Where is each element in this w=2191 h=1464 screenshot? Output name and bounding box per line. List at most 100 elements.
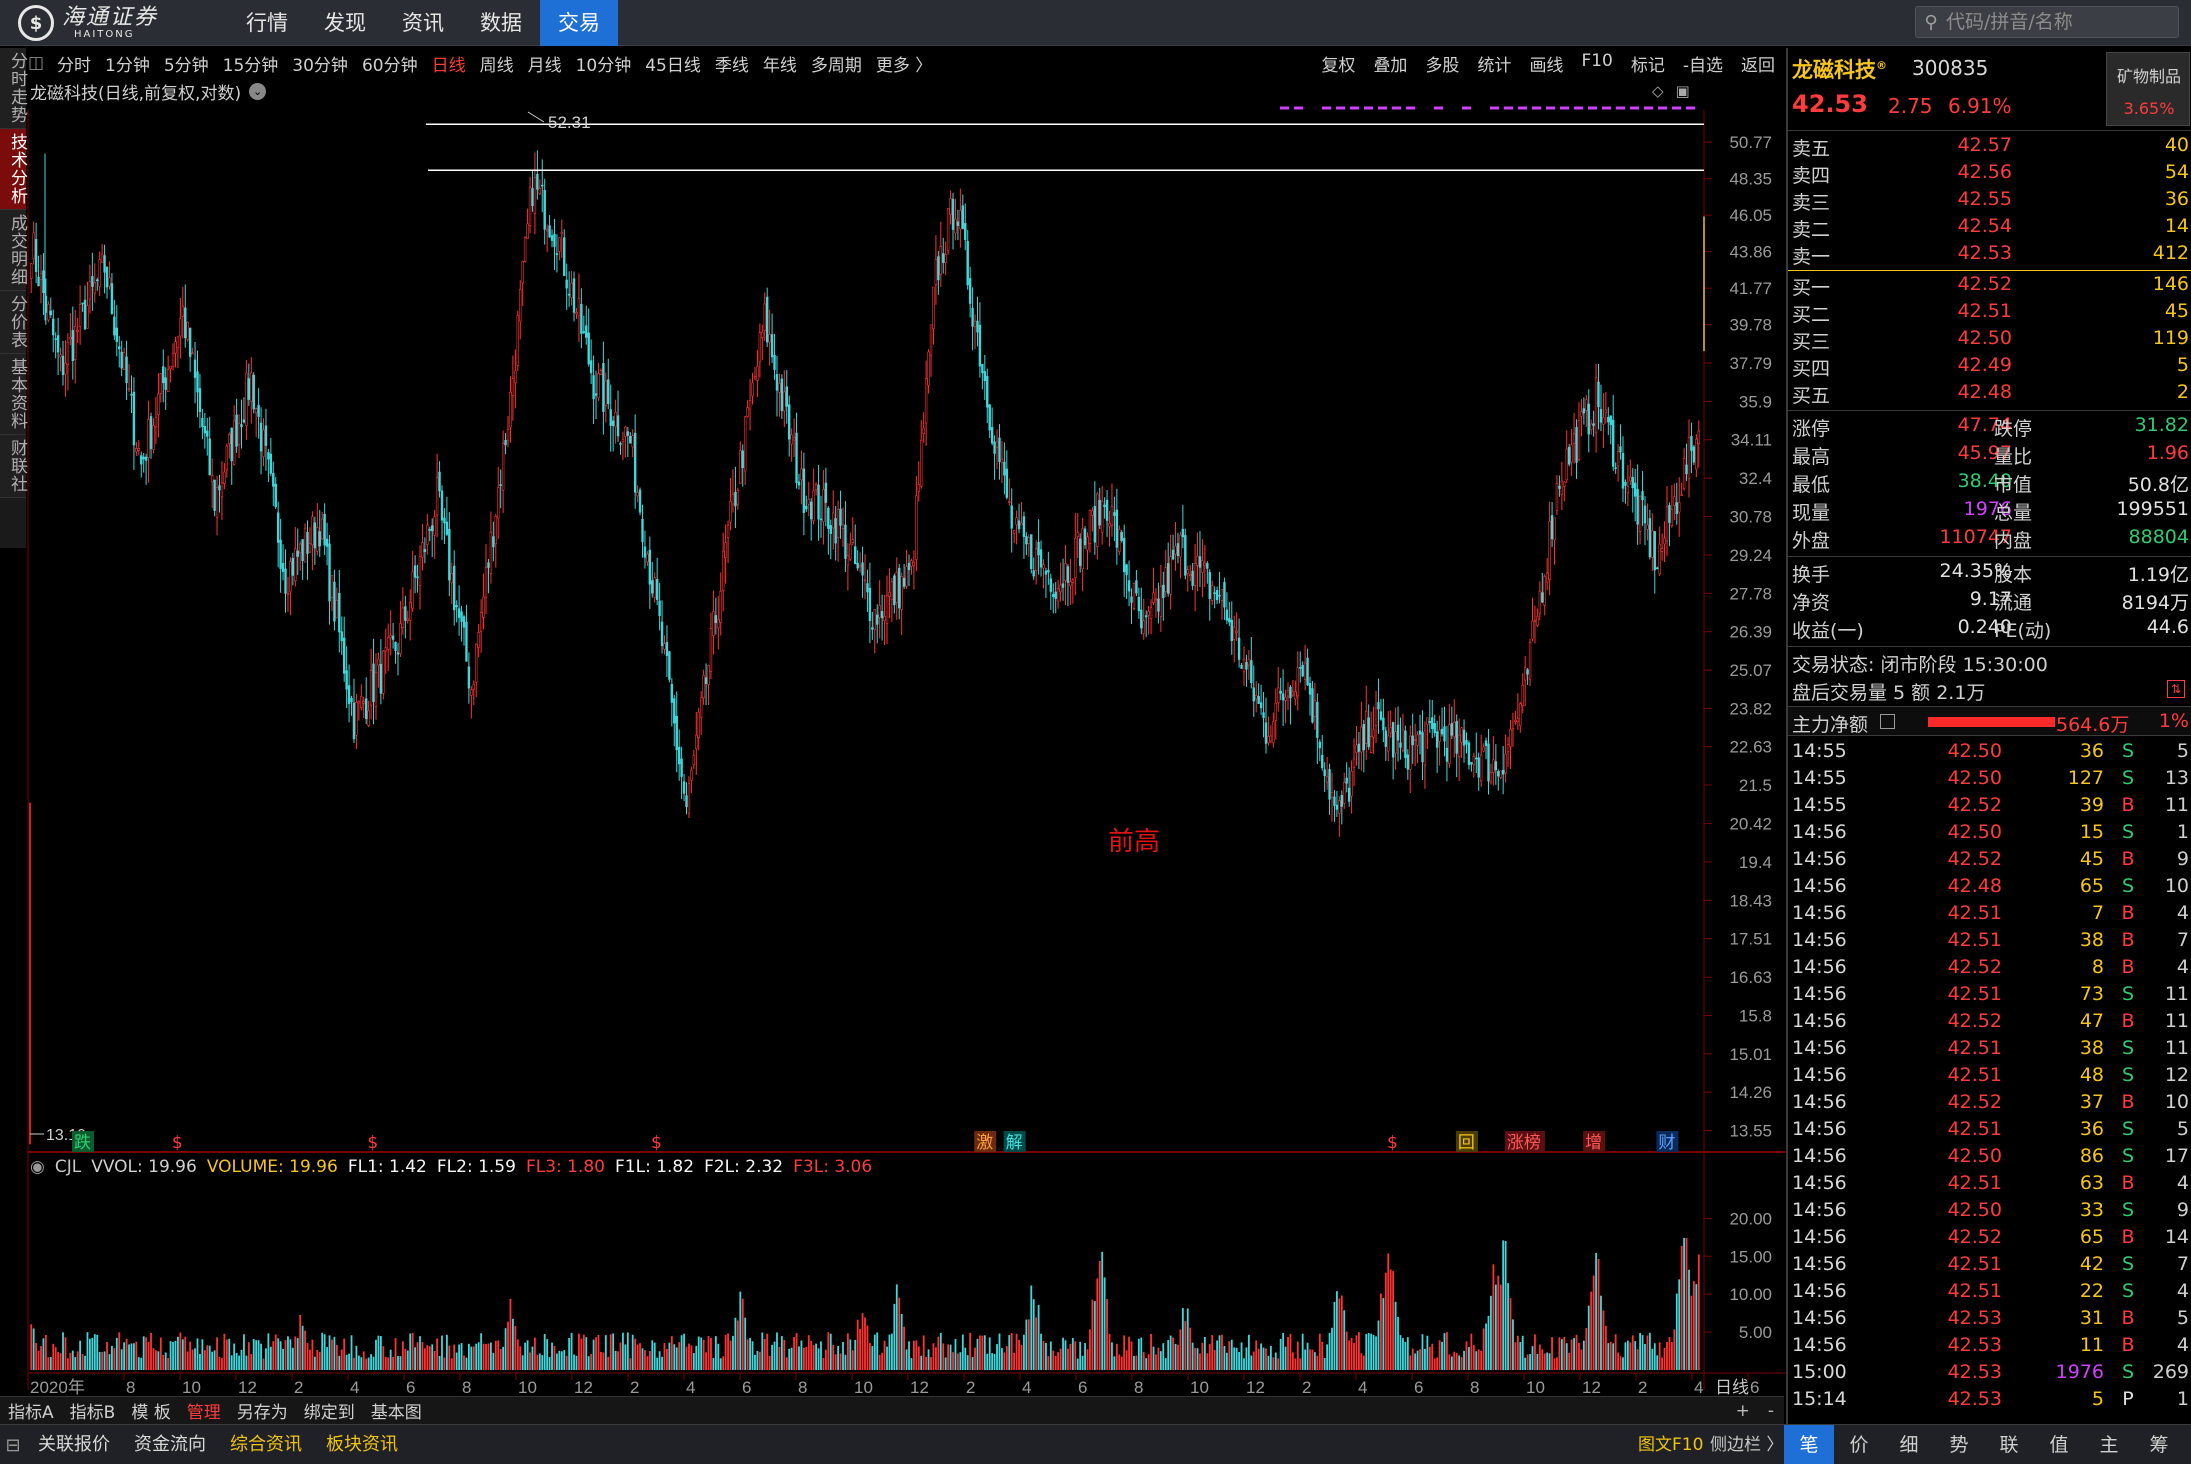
tick-row[interactable]: 15:14 42.53 5 P 1 (1788, 1388, 2191, 1415)
candle-body (1233, 626, 1236, 640)
event-marker[interactable]: $ (367, 1133, 378, 1153)
bid-row[interactable]: 买一 42.52 146 (1788, 273, 2191, 300)
f10-link[interactable]: 图文F10 (1638, 1425, 1703, 1464)
candle-body (648, 549, 652, 585)
candle-body (162, 366, 165, 383)
bottom-tab-2[interactable]: 综合资讯 (218, 1425, 314, 1464)
volume-bar (644, 1350, 646, 1370)
bottom-tab-0[interactable]: 关联报价 (26, 1425, 122, 1464)
tick-row[interactable]: 14:56 42.48 65 S 10 (1788, 875, 2191, 902)
tick-row[interactable]: 14:56 42.51 7 B 4 (1788, 902, 2191, 929)
tick-row[interactable]: 14:56 42.52 45 B 9 (1788, 848, 2191, 875)
ask-row[interactable]: 卖二 42.54 14 (1788, 215, 2191, 242)
industry-badge[interactable]: 矿物制品 3.65% (2106, 52, 2190, 126)
ask-row[interactable]: 卖四 42.56 54 (1788, 161, 2191, 188)
tick-row[interactable]: 14:56 42.53 31 B 5 (1788, 1307, 2191, 1334)
indicator-tool-3[interactable]: 管理 (179, 1398, 229, 1423)
event-marker[interactable]: 回 (1458, 1133, 1475, 1153)
bid-row[interactable]: 买五 42.48 2 (1788, 381, 2191, 408)
event-marker[interactable]: $ (1387, 1133, 1398, 1153)
ask-row[interactable]: 卖三 42.55 36 (1788, 188, 2191, 215)
ask-row[interactable]: 卖五 42.57 40 (1788, 134, 2191, 161)
right-tab-2[interactable]: 细 (1884, 1425, 1934, 1464)
event-marker[interactable]: 跌 (74, 1133, 91, 1153)
tick-count: 4 (2176, 1334, 2189, 1356)
volume-bar (751, 1341, 754, 1370)
volume-bar (788, 1348, 791, 1370)
tick-row[interactable]: 14:56 42.51 38 B 7 (1788, 929, 2191, 956)
tick-row[interactable]: 14:56 42.52 65 B 14 (1788, 1226, 2191, 1253)
tick-row[interactable]: 14:56 42.51 42 S 7 (1788, 1253, 2191, 1280)
tick-row[interactable]: 14:56 42.51 48 S 12 (1788, 1064, 2191, 1091)
bid-row[interactable]: 买三 42.50 119 (1788, 327, 2191, 354)
volume-bar (883, 1340, 886, 1370)
tick-row[interactable]: 14:56 42.53 11 B 4 (1788, 1334, 2191, 1361)
main-money-flow[interactable]: 主力净额 564.6万 1% (1788, 706, 2191, 736)
bottom-tab-3[interactable]: 板块资讯 (314, 1425, 410, 1464)
event-marker[interactable]: 激 (976, 1133, 993, 1153)
search-input[interactable] (1946, 11, 2166, 33)
candle-body (1350, 771, 1353, 797)
list-icon[interactable] (1880, 714, 1895, 729)
indicator-name[interactable]: CJL (55, 1157, 81, 1177)
event-marker[interactable]: 财 (1658, 1133, 1675, 1153)
volume-bar (663, 1342, 666, 1370)
ask-row[interactable]: 卖一 42.53 412 (1788, 242, 2191, 269)
tick-row[interactable]: 14:56 42.52 8 B 4 (1788, 956, 2191, 983)
tick-row[interactable]: 14:56 42.50 15 S 1 (1788, 821, 2191, 848)
indicator-tool-2[interactable]: 模 板 (123, 1398, 178, 1423)
candle-body (411, 571, 414, 609)
kline-chart[interactable]: 50.7748.3546.0543.8641.7739.7837.7935.93… (0, 0, 1786, 1396)
bottom-tab-1[interactable]: 资金流向 (122, 1425, 218, 1464)
indicator-toggle-icon[interactable]: ◉ (30, 1157, 45, 1177)
tick-row[interactable]: 14:56 42.51 63 B 4 (1788, 1172, 2191, 1199)
right-tab-0[interactable]: 笔 (1784, 1425, 1834, 1464)
tick-row[interactable]: 14:55 42.50 36 S 5 (1788, 740, 2191, 767)
volume-bar (1252, 1351, 1255, 1370)
right-tab-6[interactable]: 主 (2084, 1425, 2134, 1464)
right-tab-4[interactable]: 联 (1984, 1425, 2034, 1464)
tick-row[interactable]: 14:56 42.51 36 S 5 (1788, 1118, 2191, 1145)
event-marker[interactable]: $ (651, 1133, 662, 1153)
indicator-tool-5[interactable]: 绑定到 (296, 1398, 363, 1423)
candle-body (616, 415, 620, 437)
bid-row[interactable]: 买四 42.49 5 (1788, 354, 2191, 381)
tick-row[interactable]: 14:56 42.51 22 S 4 (1788, 1280, 2191, 1307)
tick-count: 17 (2164, 1145, 2189, 1167)
event-marker[interactable]: $ (172, 1133, 183, 1153)
collapse-icon[interactable]: ⊟ (0, 1435, 26, 1456)
right-tab-3[interactable]: 势 (1934, 1425, 1984, 1464)
tick-side: S (2121, 1064, 2135, 1086)
right-tab-7[interactable]: 筹 (2134, 1425, 2184, 1464)
indicator-tool-6[interactable]: 基本图 (363, 1398, 430, 1423)
right-tab-1[interactable]: 价 (1834, 1425, 1884, 1464)
tick-row[interactable]: 14:56 42.50 33 S 9 (1788, 1199, 2191, 1226)
event-marker[interactable]: 增 (1585, 1133, 1602, 1153)
candle-body (1465, 740, 1468, 745)
ask-volume: 54 (2164, 161, 2189, 183)
tick-row[interactable]: 14:56 42.52 37 B 10 (1788, 1091, 2191, 1118)
annotation-previous-high[interactable]: 前高 (1108, 827, 1160, 857)
right-tab-5[interactable]: 值 (2034, 1425, 2084, 1464)
event-marker[interactable]: 涨榜 (1507, 1133, 1541, 1153)
tick-row[interactable]: 15:00 42.53 1976 S 269 (1788, 1361, 2191, 1388)
tick-row[interactable]: 14:56 42.50 86 S 17 (1788, 1145, 2191, 1172)
zoom-in-button[interactable]: + (1736, 1401, 1750, 1421)
stock-name[interactable]: 龙磁科技® (1792, 54, 1887, 84)
zoom-out-button[interactable]: - (1768, 1401, 1774, 1421)
tick-row[interactable]: 14:56 42.51 38 S 11 (1788, 1037, 2191, 1064)
indicator-tool-1[interactable]: 指标B (62, 1398, 124, 1423)
bid-row[interactable]: 买二 42.51 45 (1788, 300, 2191, 327)
indicator-tool-0[interactable]: 指标A (0, 1398, 62, 1423)
after-hours-icon[interactable]: ⇅ (2167, 680, 2185, 698)
volume-bar (1135, 1355, 1138, 1370)
tick-row[interactable]: 14:56 42.52 47 B 11 (1788, 1010, 2191, 1037)
tick-row[interactable]: 14:55 42.50 127 S 13 (1788, 767, 2191, 794)
tick-row[interactable]: 14:56 42.51 73 S 11 (1788, 983, 2191, 1010)
sidebar-toggle[interactable]: 侧边栏 〉 (1710, 1425, 1783, 1464)
tick-row[interactable]: 14:55 42.52 39 B 11 (1788, 794, 2191, 821)
candle-body (1406, 754, 1410, 770)
event-marker[interactable]: 解 (1006, 1133, 1023, 1153)
stock-search-box[interactable]: ⚲ (1915, 6, 2179, 38)
indicator-tool-4[interactable]: 另存为 (229, 1398, 296, 1423)
